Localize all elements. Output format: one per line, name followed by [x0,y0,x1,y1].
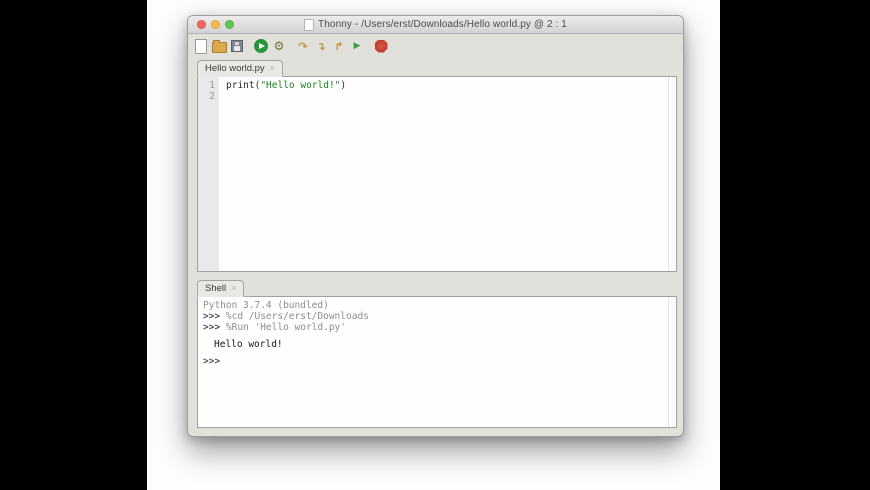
debug-script-button[interactable]: ⚙ [271,38,287,54]
code-string: "Hello world!" [260,80,341,91]
step-over-icon: ↷ [298,39,308,53]
minimize-window-button[interactable] [211,20,220,29]
stop-sign-icon [374,39,388,53]
editor-scrollbar[interactable] [668,77,676,271]
line-number: 1 [209,80,215,91]
shell-command-run: %Run 'Hello world.py' [225,322,346,333]
window-title: Thonny - /Users/erst/Downloads/Hello wor… [304,18,567,31]
resume-play-icon: ▶ [353,40,361,51]
step-out-icon: ↱ [334,39,344,53]
stop-restart-button[interactable] [373,38,389,54]
shell-tab-label: Shell [205,283,227,294]
editor-tab-close-icon[interactable]: × [270,64,275,73]
shell-scrollbar[interactable] [668,297,676,427]
save-floppy-icon [231,40,243,52]
step-over-button[interactable]: ↷ [295,38,311,54]
code-line: print("Hello world!") [226,80,676,91]
code-area[interactable]: print("Hello world!") [219,77,676,271]
shell-tab[interactable]: Shell × [197,280,245,297]
window-title-text: Thonny - /Users/erst/Downloads/Hello wor… [318,19,567,30]
line-number-gutter: 1 2 [198,77,219,271]
editor-tab-label: Hello world.py [205,63,265,74]
open-folder-icon [211,40,227,53]
shell-command-cd: %cd /Users/erst/Downloads [225,311,369,322]
zoom-window-button[interactable] [225,20,234,29]
shell-prompt: >>> [203,356,221,367]
shell-panel[interactable]: Python 3.7.4 (bundled) >>> %cd /Users/er… [197,296,677,428]
shell-banner: Python 3.7.4 (bundled) [203,300,329,311]
shell-tab-close-icon[interactable]: × [231,284,236,293]
thonny-window: Thonny - /Users/erst/Downloads/Hello wor… [187,15,684,437]
new-file-icon [195,38,207,54]
shell-command-line: >>> %Run 'Hello world.py' [203,322,676,333]
shell-prompt: >>> [203,311,226,322]
editor-tab[interactable]: Hello world.py × [197,60,283,77]
letterbox-left [0,0,147,490]
title-bar[interactable]: Thonny - /Users/erst/Downloads/Hello wor… [188,16,683,34]
close-window-button[interactable] [197,20,206,29]
shell-program-output: Hello world! [214,339,283,350]
shell-prompt: >>> [203,322,226,333]
debug-gear-icon: ⚙ [273,39,285,53]
line-number: 2 [209,91,215,102]
resume-button[interactable]: ▶ [349,38,365,54]
code-paren: ) [340,80,347,91]
open-file-button[interactable] [211,38,227,54]
editor-panel[interactable]: 1 2 print("Hello world!") [197,76,677,272]
toolbar: ⚙ ↷ ↴ ↱ ▶ [188,33,683,59]
step-into-button[interactable]: ↴ [313,38,329,54]
letterbox-right [720,0,870,490]
shell-output-area: Python 3.7.4 (bundled) >>> %cd /Users/er… [198,297,676,367]
shell-command-line: >>> %cd /Users/erst/Downloads [203,311,676,322]
run-script-button[interactable] [253,38,269,54]
save-file-button[interactable] [229,38,245,54]
traffic-lights [197,20,234,29]
code-call: print( [226,80,261,91]
new-file-button[interactable] [193,38,209,54]
document-proxy-icon [304,18,315,31]
step-into-icon: ↴ [316,39,326,53]
run-play-icon [254,39,268,53]
step-out-button[interactable]: ↱ [331,38,347,54]
